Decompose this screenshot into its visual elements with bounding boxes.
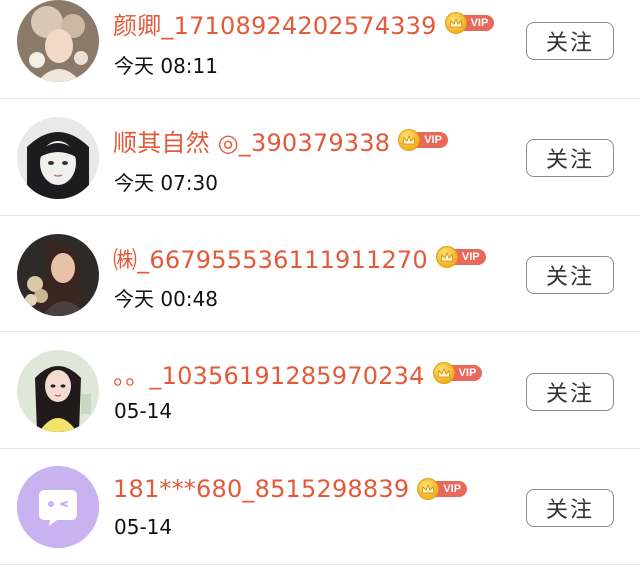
vip-badge: VIP [444, 12, 495, 34]
vip-badge: VIP [417, 478, 468, 500]
username[interactable]: 颜卿_17108924202574339 [113, 6, 437, 41]
avatar[interactable] [17, 350, 99, 432]
vip-badge: VIP [435, 246, 486, 268]
crown-icon [444, 12, 467, 34]
username-line: 。。_10356191285970234 VIP [113, 356, 483, 391]
username-line: 颜卿_17108924202574339 VIP [113, 6, 495, 41]
follow-time: 今天 07:30 [114, 171, 218, 195]
divider [0, 564, 640, 565]
follow-time: 今天 08:11 [114, 54, 218, 78]
username[interactable]: 顺其自然 ◎_390379338 [113, 123, 390, 158]
avatar[interactable] [17, 0, 99, 82]
follow-button[interactable]: 关注 [526, 22, 614, 60]
avatar[interactable] [17, 117, 99, 199]
divider [0, 98, 640, 99]
follow-button[interactable]: 关注 [526, 256, 614, 294]
divider [0, 331, 640, 332]
list-item[interactable]: 顺其自然 ◎_390379338 VIP 今天 07:30 关注 [0, 100, 640, 216]
avatar-image-icon [17, 0, 99, 82]
list-item[interactable]: 颜卿_17108924202574339 VIP 今天 08:11 关注 [0, 0, 640, 99]
follow-time: 今天 00:48 [114, 287, 218, 311]
avatar-image-icon [17, 117, 99, 199]
vip-badge: VIP [398, 129, 448, 151]
avatar-image-icon [17, 234, 99, 316]
avatar-image-icon [17, 350, 99, 432]
username[interactable]: ㈱_667955536111911270 [113, 240, 428, 275]
default-chat-avatar-icon [17, 466, 99, 548]
follow-time: 05-14 [114, 515, 173, 539]
username-line: 181***680_8515298839 VIP [113, 472, 468, 506]
avatar[interactable] [17, 234, 99, 316]
crown-icon [435, 246, 458, 268]
follow-button[interactable]: 关注 [526, 373, 614, 411]
avatar[interactable] [17, 466, 99, 548]
list-item[interactable]: 。。_10356191285970234 VIP 05-14 关注 [0, 333, 640, 449]
follow-time: 05-14 [114, 399, 173, 423]
username[interactable]: 181***680_8515298839 [113, 475, 409, 503]
username[interactable]: 。。_10356191285970234 [113, 356, 425, 391]
crown-icon [432, 362, 455, 384]
follow-button[interactable]: 关注 [526, 489, 614, 527]
username-line: ㈱_667955536111911270 VIP [113, 240, 486, 274]
vip-badge: VIP [432, 362, 483, 384]
list-item[interactable]: ㈱_667955536111911270 VIP 今天 00:48 关注 [0, 216, 640, 332]
follow-list: 颜卿_17108924202574339 VIP 今天 08:11 关注 顺其自… [0, 0, 640, 569]
follow-button[interactable]: 关注 [526, 139, 614, 177]
username-line: 顺其自然 ◎_390379338 VIP [113, 123, 448, 157]
list-item[interactable]: 181***680_8515298839 VIP 05-14 关注 [0, 449, 640, 565]
